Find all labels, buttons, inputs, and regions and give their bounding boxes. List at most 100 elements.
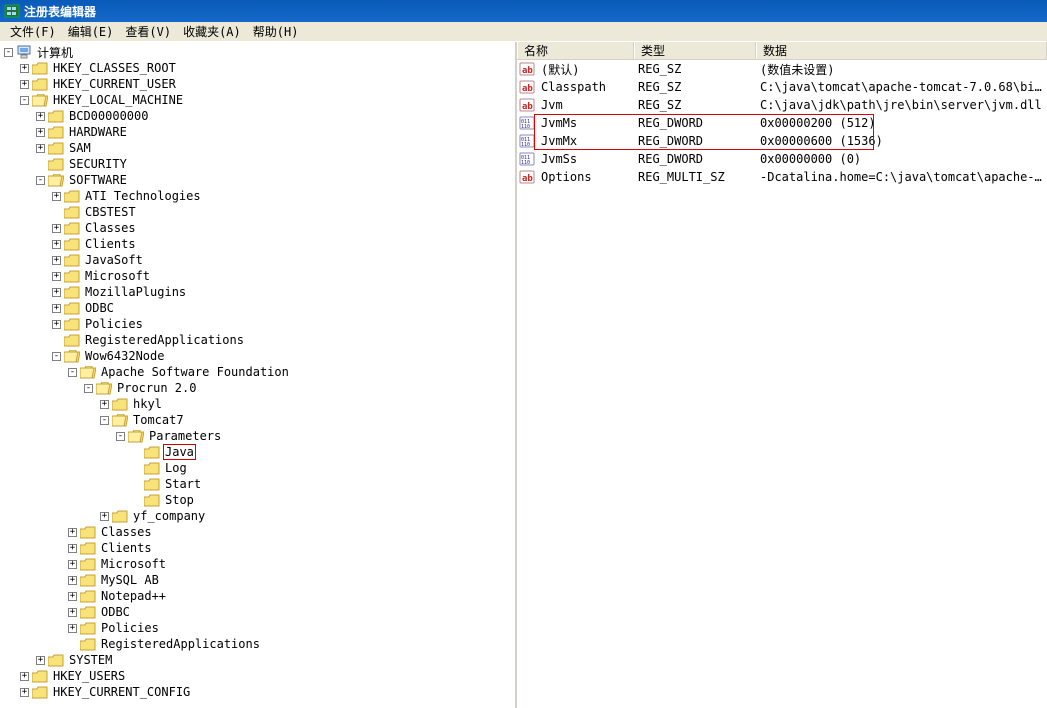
tree-node-label[interactable]: HKEY_CURRENT_USER [51, 77, 178, 91]
tree-node-label[interactable]: SECURITY [67, 157, 129, 171]
tree-node-label[interactable]: MySQL AB [99, 573, 161, 587]
tree-node-label[interactable]: Apache Software Foundation [99, 365, 291, 379]
expander-icon[interactable]: - [52, 352, 61, 361]
tree-node[interactable]: -Wow6432Node [0, 348, 515, 364]
expander-icon[interactable]: + [20, 64, 29, 73]
tree-node[interactable]: + Microsoft [0, 556, 515, 572]
tree-node[interactable]: + yf_company [0, 508, 515, 524]
tree-node[interactable]: + BCD00000000 [0, 108, 515, 124]
tree-node-label[interactable]: SOFTWARE [67, 173, 129, 187]
expander-icon[interactable]: + [36, 112, 45, 121]
tree-node[interactable]: + hkyl [0, 396, 515, 412]
tree-node-label[interactable]: HKEY_CLASSES_ROOT [51, 61, 178, 75]
tree-node[interactable]: CBSTEST [0, 204, 515, 220]
menu-view[interactable]: 查看(V) [119, 21, 177, 42]
tree-node-label[interactable]: Classes [99, 525, 154, 539]
tree-node[interactable]: +Classes [0, 524, 515, 540]
tree-node-label[interactable]: MozillaPlugins [83, 285, 188, 299]
tree-node[interactable]: +HKEY_CURRENT_USER [0, 76, 515, 92]
tree-node-label[interactable]: RegisteredApplications [83, 333, 246, 347]
tree-node[interactable]: + ODBC [0, 300, 515, 316]
tree-node[interactable]: - SOFTWARE [0, 172, 515, 188]
tree-node-label[interactable]: Policies [83, 317, 145, 331]
tree-node-label[interactable]: Start [163, 477, 203, 491]
expander-icon[interactable]: + [100, 512, 109, 521]
tree-node-label[interactable]: yf_company [131, 509, 207, 523]
expander-icon[interactable]: + [52, 304, 61, 313]
tree-node[interactable]: + HKEY_CLASSES_ROOT [0, 60, 515, 76]
value-row[interactable]: ab(默认)REG_SZ(数值未设置) [517, 60, 1047, 78]
menu-favorites[interactable]: 收藏夹(A) [177, 21, 247, 42]
tree-node-label[interactable]: Java [163, 444, 196, 460]
tree-node-label[interactable]: ODBC [83, 301, 116, 315]
tree-node[interactable]: RegisteredApplications [0, 636, 515, 652]
tree-node[interactable]: +HKEY_USERS [0, 668, 515, 684]
tree-node-label[interactable]: BCD00000000 [67, 109, 150, 123]
expander-icon[interactable]: - [20, 96, 29, 105]
tree-node[interactable]: + Policies [0, 316, 515, 332]
expander-icon[interactable]: + [52, 192, 61, 201]
tree-node-label[interactable]: CBSTEST [83, 205, 138, 219]
expander-icon[interactable]: + [68, 608, 77, 617]
expander-icon[interactable]: + [100, 400, 109, 409]
tree-node[interactable]: - Parameters [0, 428, 515, 444]
expander-icon[interactable]: - [84, 384, 93, 393]
expander-icon[interactable]: - [36, 176, 45, 185]
expander-icon[interactable]: + [68, 560, 77, 569]
expander-icon[interactable]: + [36, 656, 45, 665]
tree-node[interactable]: +Policies [0, 620, 515, 636]
expander-icon[interactable]: + [52, 224, 61, 233]
tree-node[interactable]: Stop [0, 492, 515, 508]
expander-icon[interactable]: - [4, 48, 13, 57]
tree-node[interactable]: Java [0, 444, 515, 460]
expander-icon[interactable]: + [68, 592, 77, 601]
tree-node-label[interactable]: Classes [83, 221, 138, 235]
menu-file[interactable]: 文件(F) [4, 21, 62, 42]
tree-node[interactable]: +SAM [0, 140, 515, 156]
expander-icon[interactable]: + [52, 256, 61, 265]
tree-node[interactable]: +HARDWARE [0, 124, 515, 140]
tree-node[interactable]: + Classes [0, 220, 515, 236]
tree-node-label[interactable]: Parameters [147, 429, 223, 443]
tree-node-label[interactable]: HKEY_CURRENT_CONFIG [51, 685, 192, 699]
expander-icon[interactable]: - [116, 432, 125, 441]
tree-node-label[interactable]: Policies [99, 621, 161, 635]
value-row[interactable]: abOptionsREG_MULTI_SZ-Dcatalina.home=C:\… [517, 168, 1047, 186]
tree-node-label[interactable]: Microsoft [99, 557, 168, 571]
expander-icon[interactable]: + [52, 288, 61, 297]
expander-icon[interactable]: + [68, 544, 77, 553]
tree-node-label[interactable]: Notepad++ [99, 589, 168, 603]
tree-node-label[interactable]: Procrun 2.0 [115, 381, 198, 395]
tree-node-label[interactable]: Microsoft [83, 269, 152, 283]
tree-node[interactable]: + Clients [0, 540, 515, 556]
tree-node-label[interactable]: SAM [67, 141, 93, 155]
tree-node[interactable]: +HKEY_CURRENT_CONFIG [0, 684, 515, 700]
tree-node-label[interactable]: HARDWARE [67, 125, 129, 139]
col-header-type[interactable]: 类型 [634, 42, 756, 59]
tree-node-label[interactable]: hkyl [131, 397, 164, 411]
expander-icon[interactable]: + [52, 272, 61, 281]
tree-node-label[interactable]: HKEY_LOCAL_MACHINE [51, 93, 185, 107]
tree-node-label[interactable]: RegisteredApplications [99, 637, 262, 651]
col-header-name[interactable]: 名称 [517, 42, 634, 59]
tree-node[interactable]: +JavaSoft [0, 252, 515, 268]
tree-node[interactable]: + MySQL AB [0, 572, 515, 588]
col-header-data[interactable]: 数据 [756, 42, 1047, 59]
expander-icon[interactable]: + [52, 320, 61, 329]
tree-node[interactable]: + Notepad++ [0, 588, 515, 604]
value-row[interactable]: abClasspathREG_SZC:\java\tomcat\apache-t… [517, 78, 1047, 96]
tree-node[interactable]: - HKEY_LOCAL_MACHINE [0, 92, 515, 108]
menu-edit[interactable]: 编辑(E) [62, 21, 120, 42]
value-row[interactable]: abJvmREG_SZC:\java\jdk\path\jre\bin\serv… [517, 96, 1047, 114]
tree-node[interactable]: -Apache Software Foundation [0, 364, 515, 380]
expander-icon[interactable]: + [68, 576, 77, 585]
value-row[interactable]: 011110JvmMxREG_DWORD0x00000600 (1536) [517, 132, 1047, 150]
tree-node[interactable]: Log [0, 460, 515, 476]
tree-node[interactable]: -Tomcat7 [0, 412, 515, 428]
tree-node-label[interactable]: SYSTEM [67, 653, 114, 667]
expander-icon[interactable]: - [100, 416, 109, 425]
tree-node-label[interactable]: Stop [163, 493, 196, 507]
tree-node-label[interactable]: ATI Technologies [83, 189, 203, 203]
values-column-headers[interactable]: 名称 类型 数据 [517, 42, 1047, 60]
tree-node-label[interactable]: Clients [99, 541, 154, 555]
